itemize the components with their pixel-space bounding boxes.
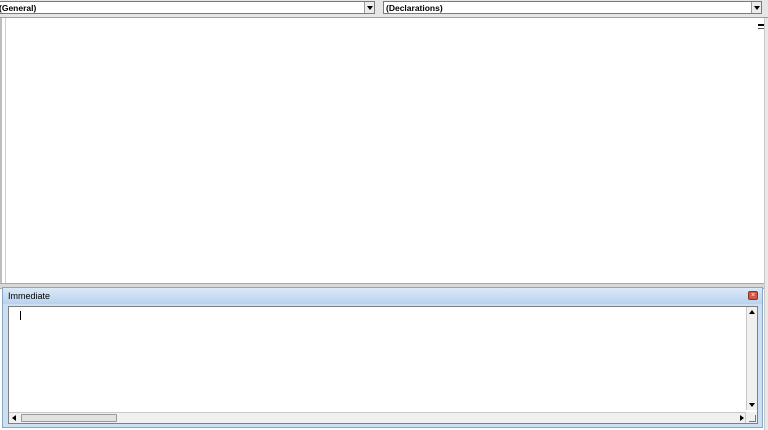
arrow-down-icon: [749, 403, 755, 407]
vertical-scrollbar[interactable]: [746, 307, 757, 410]
editor-margin-indicator-bar: [5, 18, 6, 286]
procedure-combo[interactable]: (Declarations): [383, 1, 762, 14]
immediate-input[interactable]: [8, 306, 758, 424]
scroll-up-button[interactable]: [747, 307, 757, 317]
resize-grip[interactable]: [745, 412, 757, 423]
text-caret: [20, 311, 21, 320]
procedure-combo-dropdown-button[interactable]: [751, 2, 761, 13]
immediate-title-bar[interactable]: Immediate ×: [3, 288, 762, 304]
chevron-down-icon: [367, 6, 373, 10]
object-combo-dropdown-button[interactable]: [364, 2, 374, 13]
code-window-toolbar: (General) (Declarations): [0, 0, 768, 18]
split-bar-handle[interactable]: [758, 24, 764, 26]
immediate-title: Immediate: [8, 291, 51, 301]
size-grip-icon: [749, 415, 756, 422]
scroll-left-button[interactable]: [9, 413, 19, 423]
code-editor[interactable]: [0, 18, 768, 286]
close-icon: ×: [750, 292, 756, 299]
horizontal-scrollbar[interactable]: [9, 412, 746, 423]
object-combo-value: (General): [0, 3, 37, 13]
horizontal-scroll-thumb[interactable]: [21, 414, 117, 422]
arrow-up-icon: [749, 310, 755, 314]
immediate-window: Immediate ×: [2, 287, 763, 428]
procedure-combo-value: (Declarations): [386, 3, 443, 13]
chevron-down-icon: [754, 6, 760, 10]
object-combo[interactable]: (General): [0, 1, 375, 14]
split-bar-handle-line: [758, 28, 764, 29]
scroll-down-button[interactable]: [747, 400, 757, 410]
arrow-left-icon: [12, 415, 16, 421]
arrow-right-icon: [740, 415, 744, 421]
editor-left-border: [0, 18, 2, 286]
close-button[interactable]: ×: [748, 291, 758, 300]
editor-right-scroll-strip[interactable]: [764, 18, 768, 430]
